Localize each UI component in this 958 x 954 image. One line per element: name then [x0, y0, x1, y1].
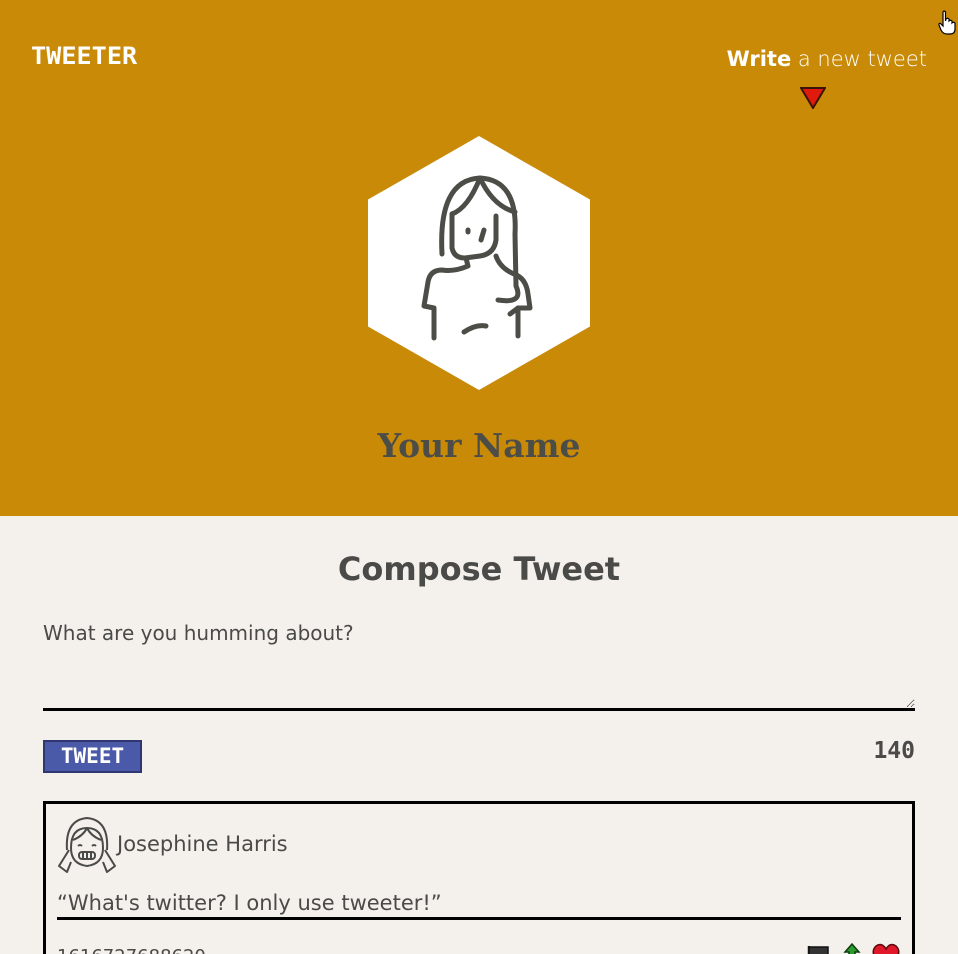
brand-logo[interactable]: TWEETER — [31, 42, 137, 70]
write-new-tweet-toggle[interactable]: Write a new tweet — [726, 47, 927, 109]
tweet-header: Josephine Harris — [57, 814, 901, 874]
tweet-footer: 1616727688620 — [57, 942, 901, 954]
tweet-text: “What's twitter? I only use tweeter!” — [57, 888, 901, 920]
retweet-icon[interactable] — [837, 942, 867, 954]
tweet-username: Josephine Harris — [117, 832, 288, 856]
tweet-timestamp: 1616727688620 — [57, 946, 206, 954]
character-counter: 140 — [873, 738, 915, 764]
write-new-tweet-label: Write a new tweet — [726, 47, 927, 71]
flag-icon[interactable] — [803, 942, 833, 954]
profile-name: Your Name — [377, 426, 581, 465]
main-content: Compose Tweet TWEET 140 Josephine H — [0, 549, 958, 954]
compose-actions: TWEET 140 — [43, 738, 915, 801]
triangle-down-icon[interactable] — [799, 87, 826, 109]
profile-header: TWEETER Write a new tweet Your Name — [0, 0, 958, 516]
heart-icon[interactable] — [871, 942, 901, 954]
tweet-card: Josephine Harris “What's twitter? I only… — [43, 801, 915, 954]
tweet-actions — [803, 942, 901, 954]
tweet-input[interactable] — [43, 621, 915, 711]
profile-avatar — [368, 136, 590, 390]
compose-title: Compose Tweet — [337, 550, 621, 588]
user-avatar — [58, 817, 116, 873]
tweet-button[interactable]: TWEET — [43, 740, 142, 773]
hand-cursor-icon — [938, 10, 956, 35]
